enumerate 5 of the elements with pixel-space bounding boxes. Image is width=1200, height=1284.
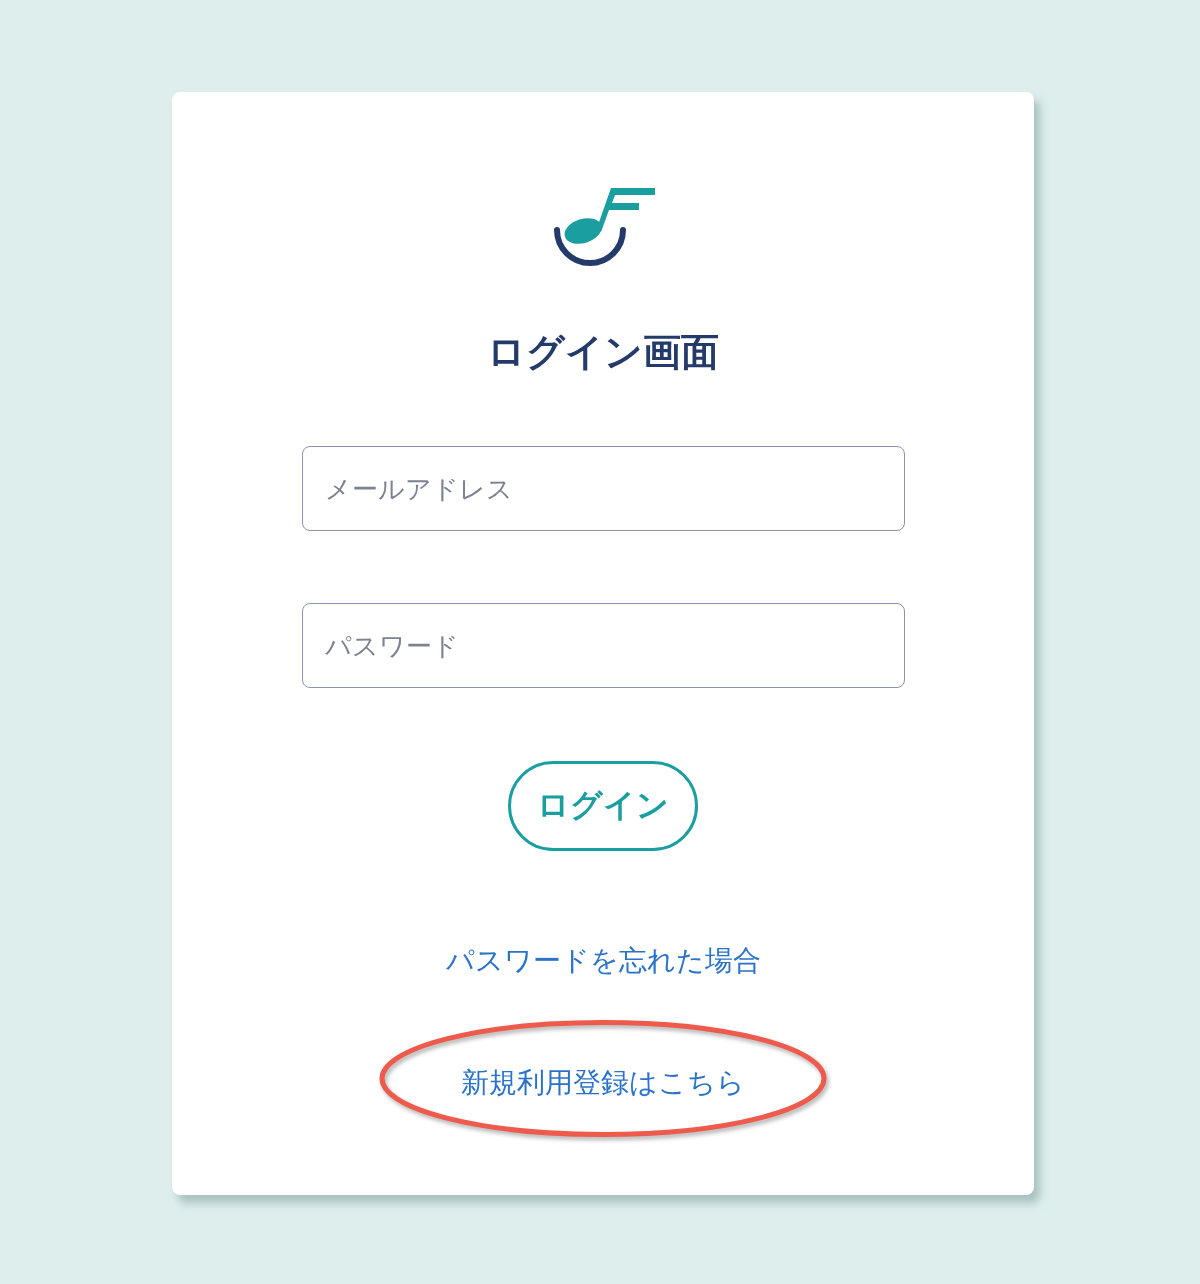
text-link[interactable]: パスワードを忘れた場合 xyxy=(445,941,761,981)
email-field[interactable]: メールアドレス xyxy=(301,446,905,531)
page-title: ログイン画面 xyxy=(487,329,719,376)
login-button[interactable]: ログイン xyxy=(508,761,698,851)
password-field[interactable]: パスワード xyxy=(301,603,905,688)
